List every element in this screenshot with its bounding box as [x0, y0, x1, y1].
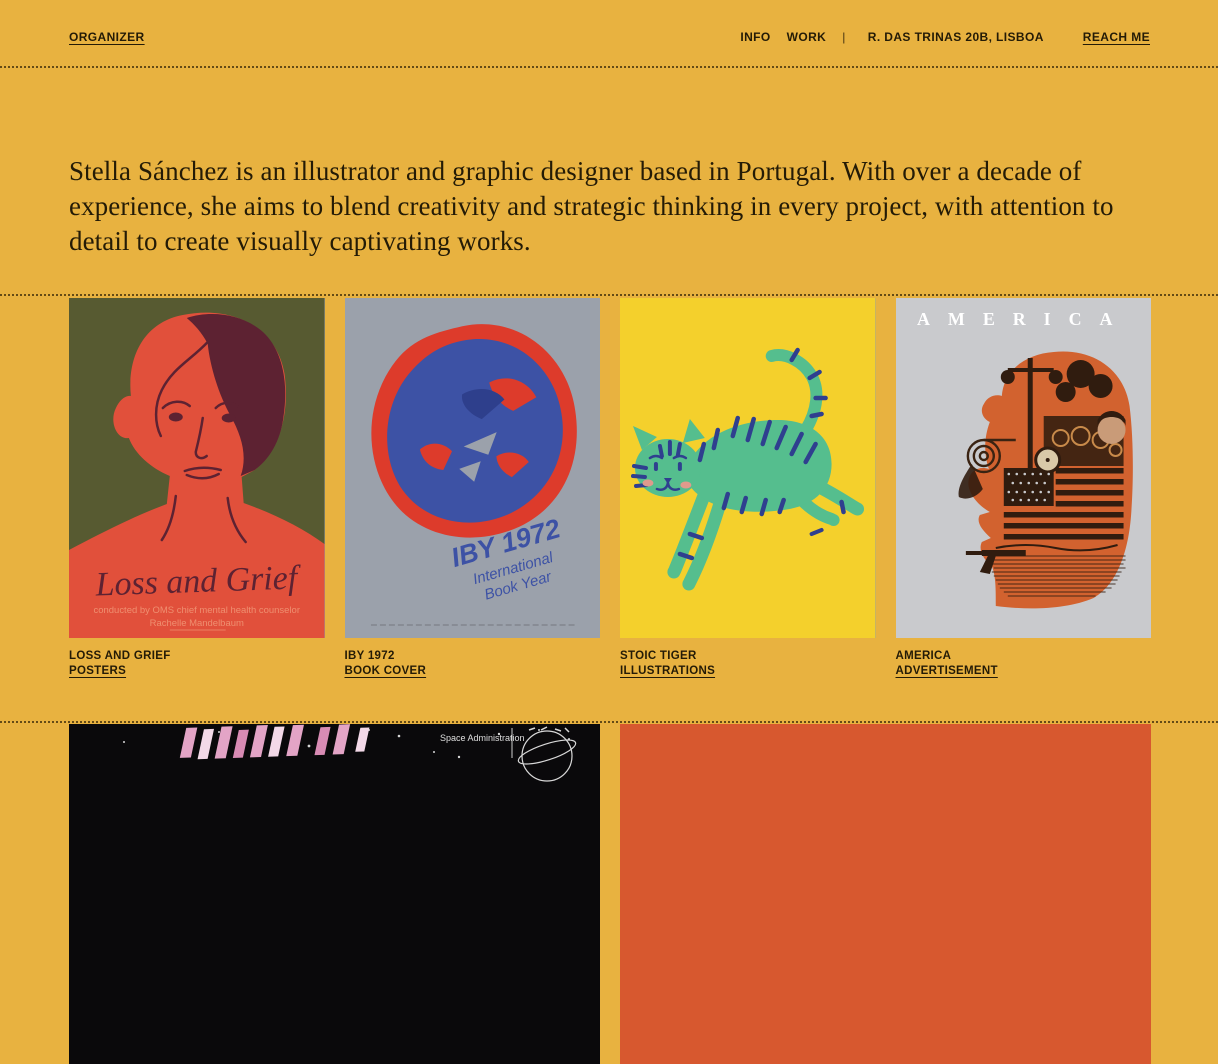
- project-title: IBY 1972: [345, 649, 601, 664]
- poster-heading-loss-and-grief: Loss and Grief: [94, 559, 302, 603]
- project-category-link[interactable]: POSTERS: [69, 664, 126, 679]
- project-thumbnail-stoic-tiger[interactable]: [620, 298, 876, 638]
- nav-item-info[interactable]: INFO: [740, 30, 770, 44]
- main-nav: INFO WORK | R. DAS TRINAS 20B, LISBOA RE…: [740, 30, 1150, 44]
- brand-link[interactable]: ORGANIZER: [69, 30, 145, 44]
- project-thumbnail-america[interactable]: AMERICA: [896, 298, 1152, 638]
- nav-item-work[interactable]: WORK: [787, 30, 827, 44]
- poster-caption-line2: Rachelle Mandelbaum: [150, 618, 244, 629]
- iby-1972-poster-artwork: IBY 1972 International Book Year: [345, 298, 601, 638]
- intro-text: Stella Sánchez is an illustrator and gra…: [69, 154, 1149, 259]
- project-category-link[interactable]: ILLUSTRATIONS: [620, 664, 715, 679]
- stoic-tiger-poster-artwork: [620, 298, 876, 638]
- project-thumbnail-orange[interactable]: [620, 724, 1151, 1064]
- project-card-space: Space Administration: [69, 724, 600, 1064]
- project-thumbnail-iby-1972[interactable]: IBY 1972 International Book Year: [345, 298, 601, 638]
- intro-section: Stella Sánchez is an illustrator and gra…: [0, 68, 1218, 294]
- space-poster-artwork: Space Administration: [69, 724, 600, 1064]
- poster-caption-line1: conducted by OMS chief mental health cou…: [94, 605, 300, 616]
- poster-title-america: AMERICA: [916, 309, 1130, 329]
- address-text: R. DAS TRINAS 20B, LISBOA: [868, 30, 1044, 44]
- project-card-orange: [620, 724, 1151, 1064]
- projects-row-1: Loss and Grief conducted by OMS chief me…: [0, 296, 1218, 679]
- reach-me-link[interactable]: REACH ME: [1083, 30, 1150, 44]
- orange-poster-artwork: [620, 724, 1151, 1064]
- project-title: AMERICA: [896, 649, 1152, 664]
- projects-row-2: Space Administration: [0, 723, 1218, 1064]
- project-card-iby-1972: IBY 1972 International Book Year IBY 197…: [345, 298, 601, 679]
- project-category-link[interactable]: BOOK COVER: [345, 664, 427, 679]
- project-title: STOIC TIGER: [620, 649, 876, 664]
- loss-and-grief-poster-artwork: Loss and Grief conducted by OMS chief me…: [69, 298, 325, 638]
- project-card-america: AMERICA: [896, 298, 1152, 679]
- project-card-loss-and-grief: Loss and Grief conducted by OMS chief me…: [69, 298, 325, 679]
- project-thumbnail-loss-and-grief[interactable]: Loss and Grief conducted by OMS chief me…: [69, 298, 325, 638]
- nav-separator: |: [842, 30, 846, 44]
- america-poster-artwork: AMERICA: [896, 298, 1152, 638]
- project-category-link[interactable]: ADVERTISEMENT: [896, 664, 998, 679]
- project-thumbnail-space[interactable]: Space Administration: [69, 724, 600, 1064]
- site-header: ORGANIZER INFO WORK | R. DAS TRINAS 20B,…: [0, 0, 1218, 66]
- project-title: LOSS AND GRIEF: [69, 649, 325, 664]
- project-card-stoic-tiger: STOIC TIGER ILLUSTRATIONS: [620, 298, 876, 679]
- collage-face: [1097, 416, 1125, 444]
